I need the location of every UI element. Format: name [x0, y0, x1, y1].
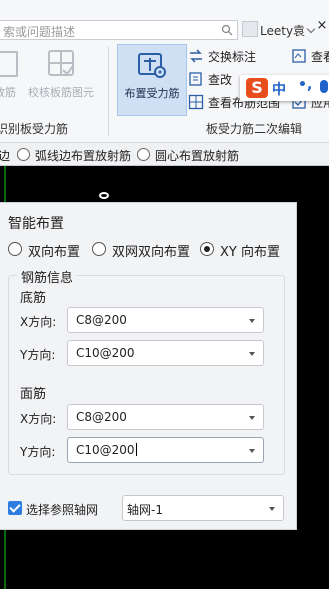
bottom-x-select[interactable]: C8@200	[67, 307, 264, 333]
ime-punct-toggle[interactable]: •,	[298, 77, 312, 93]
radio-xy[interactable]	[200, 242, 214, 256]
check-rebar-drawing-button[interactable]: 校核板筋图元	[26, 44, 96, 116]
text-cursor	[135, 443, 137, 456]
axis-grid-select[interactable]: 轴网-1	[122, 495, 284, 521]
radio-center[interactable]	[137, 148, 150, 161]
edit-icon	[189, 72, 202, 86]
top-rebar-heading: 面筋	[20, 387, 47, 402]
top-y-select[interactable]: C10@200	[67, 437, 264, 463]
smart-placement-dialog: 智能布置 双向布置 双网双向布置 XY 向布置 钢筋信息 底筋 X方向: C8@…	[0, 202, 297, 530]
bottom-y-label: Y方向:	[20, 348, 56, 362]
placement-option-bar: 边 弧线边布置放射筋 圆心布置放射筋	[0, 142, 329, 166]
dialog-title: 智能布置	[8, 216, 64, 232]
top-y-value: C10@200	[76, 443, 135, 457]
dropdown-arrow-icon[interactable]	[249, 449, 255, 453]
search-input[interactable]: 索或问题描述	[0, 20, 238, 40]
top-x-label: X方向:	[20, 412, 57, 426]
dropdown-arrow-icon[interactable]	[249, 352, 255, 356]
radio-arc-edge[interactable]	[17, 148, 30, 161]
radio-double-mesh[interactable]	[92, 242, 106, 256]
dropdown-arrow-icon[interactable]	[249, 319, 255, 323]
ribbon-separator	[108, 46, 109, 136]
rebar-info-legend: 钢筋信息	[17, 267, 78, 286]
view-icon	[292, 49, 306, 63]
ime-language-toggle[interactable]: 中	[272, 79, 286, 99]
top-y-label: Y方向:	[20, 445, 56, 459]
search-placeholder: 索或问题描述	[3, 25, 76, 39]
microphone-icon[interactable]	[320, 80, 328, 93]
chevron-down-icon	[306, 24, 316, 34]
radio-bidirectional[interactable]	[8, 242, 22, 256]
dropdown-arrow-icon[interactable]	[249, 416, 255, 420]
bottom-rebar-heading: 底筋	[20, 291, 47, 306]
top-x-select[interactable]: C8@200	[67, 404, 264, 430]
group-label-edit: 板受力筋二次编辑	[206, 122, 303, 136]
checkbox-checked-icon[interactable]	[8, 501, 22, 515]
sogou-logo-icon: S	[246, 78, 268, 98]
user-name: Leety袁	[260, 24, 306, 38]
dropdown-arrow-icon[interactable]	[269, 507, 275, 511]
view-range-icon	[188, 94, 204, 110]
close-icon[interactable]: ×	[315, 19, 329, 33]
swap-icon	[190, 49, 202, 63]
ribbon: 索或问题描述 Leety袁 × 放筋 校核板筋图元 布置受力筋 交换标注 查改 …	[0, 0, 329, 166]
top-bar: 索或问题描述 Leety袁 ×	[0, 19, 329, 41]
ime-toolbar[interactable]: S 中 •,	[240, 75, 329, 101]
canvas-marker	[99, 192, 109, 199]
check-rebar-icon	[48, 50, 74, 76]
bottom-y-select[interactable]: C10@200	[67, 340, 264, 366]
search-icon[interactable]	[221, 24, 233, 36]
rebar-place-icon	[0, 51, 18, 77]
avatar	[242, 21, 258, 37]
place-stress-rebar-button[interactable]: 布置受力筋	[117, 44, 187, 116]
group-label-identify: 识别板受力筋	[0, 122, 69, 136]
bottom-x-label: X方向:	[20, 315, 57, 329]
stress-rebar-gear-icon	[138, 53, 166, 78]
